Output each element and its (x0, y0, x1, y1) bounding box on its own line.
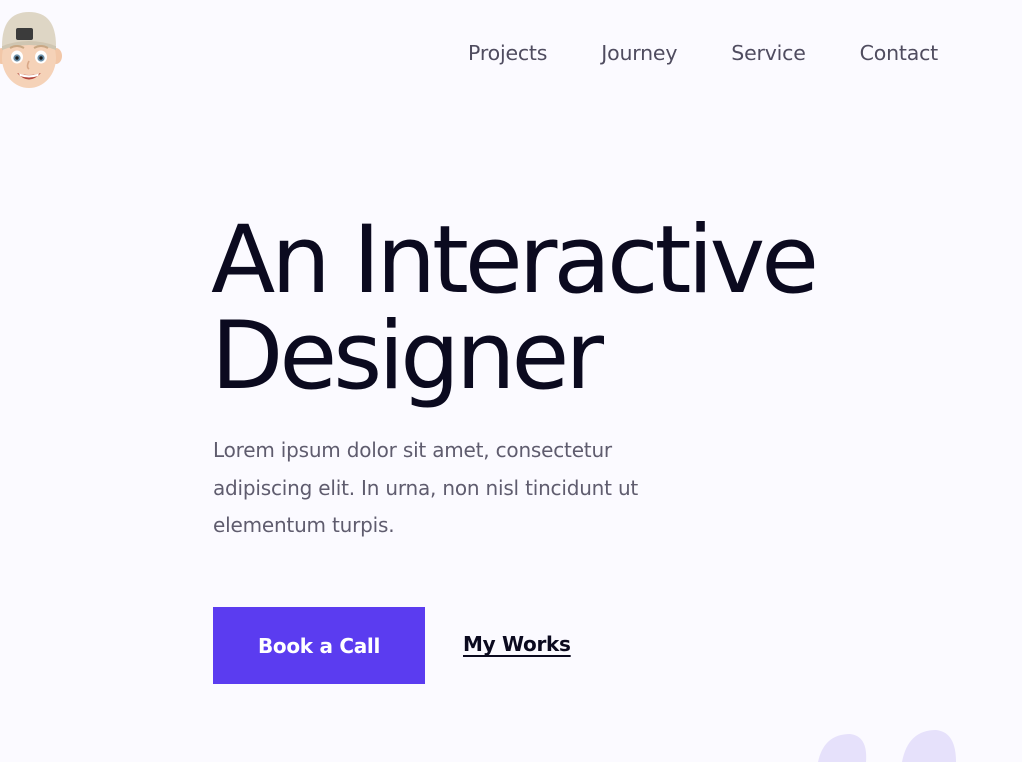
hero-title: An Interactive Designer (211, 206, 819, 411)
avatar[interactable] (0, 6, 64, 92)
hero-title-line-1: An Interactive (211, 206, 819, 315)
nav-service-link[interactable]: Service (731, 41, 806, 65)
hero-title-line-2: Designer (211, 302, 604, 411)
nav-projects-link[interactable]: Projects (468, 41, 547, 65)
nav-contact-link[interactable]: Contact (860, 41, 939, 65)
main-nav: Projects Journey Service Contact (468, 41, 938, 65)
nav-journey-link[interactable]: Journey (601, 41, 677, 65)
book-a-call-button[interactable]: Book a Call (213, 607, 425, 684)
hero-description: Lorem ipsum dolor sit amet, consectetur … (213, 438, 639, 537)
quote-mark-icon (818, 730, 956, 762)
my-works-link[interactable]: My Works (463, 632, 571, 656)
